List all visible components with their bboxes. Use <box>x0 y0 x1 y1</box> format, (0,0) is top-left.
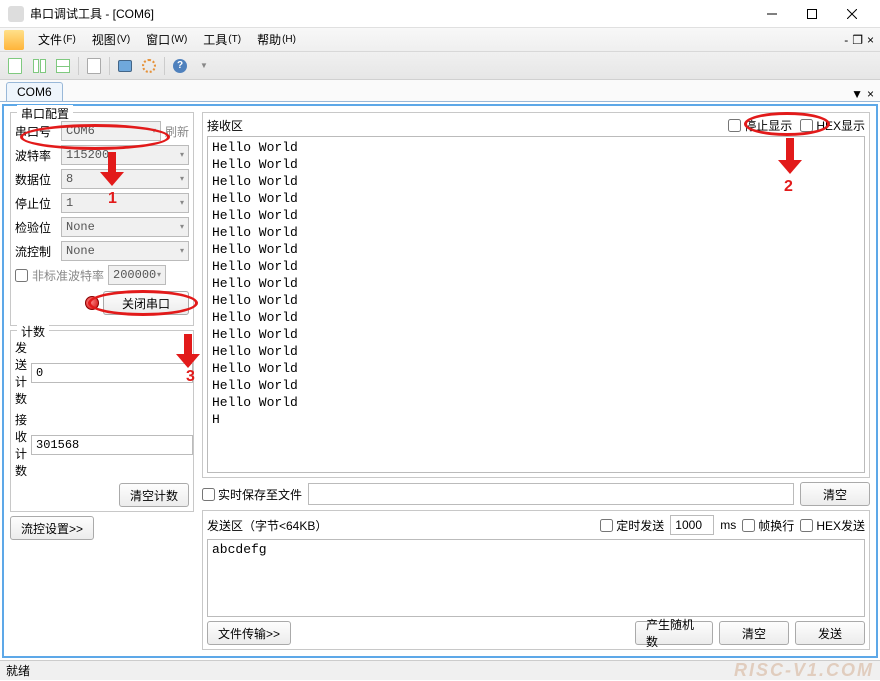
watermark: RISC-V1.COM <box>734 660 874 681</box>
menu-app-icon <box>4 30 24 50</box>
tool-new-icon[interactable] <box>4 55 26 77</box>
status-ready: 就绪 <box>6 662 30 679</box>
tool-monitor-icon[interactable] <box>114 55 136 77</box>
port-select[interactable]: COM6 <box>61 121 161 141</box>
hex-send-checkbox[interactable]: HEX发送 <box>800 517 865 534</box>
maximize-button[interactable] <box>792 0 832 28</box>
right-panel: 接收区 停止显示 HEX显示 Hello World Hello World H… <box>202 112 870 650</box>
clear-count-button[interactable]: 清空计数 <box>119 483 189 507</box>
send-count-field[interactable] <box>31 363 193 383</box>
menu-file[interactable]: 文件(F) <box>30 28 84 52</box>
stopbits-select[interactable]: 1 <box>61 193 189 213</box>
flow-settings-button[interactable]: 流控设置>> <box>10 516 94 540</box>
mdi-minimize-icon[interactable]: - <box>844 33 848 47</box>
receive-title: 接收区 <box>207 117 243 134</box>
file-transfer-button[interactable]: 文件传输>> <box>207 621 291 645</box>
separator <box>109 57 110 75</box>
separator <box>164 57 165 75</box>
flow-label: 流控制 <box>15 243 57 260</box>
send-title: 发送区（字节<64KB） <box>207 517 327 534</box>
receive-group: 接收区 停止显示 HEX显示 Hello World Hello World H… <box>202 112 870 478</box>
parity-select[interactable]: None <box>61 217 189 237</box>
titlebar: 串口调试工具 - [COM6] <box>0 0 880 28</box>
stopbits-label: 停止位 <box>15 195 57 212</box>
clear-send-button[interactable]: 清空 <box>719 621 789 645</box>
menu-tools[interactable]: 工具(T) <box>195 28 249 52</box>
flow-select[interactable]: None <box>61 241 189 261</box>
tool-dropdown-icon[interactable]: ▼ <box>193 55 215 77</box>
tool-split-v-icon[interactable] <box>52 55 74 77</box>
recv-count-field[interactable] <box>31 435 193 455</box>
save-to-file-checkbox[interactable]: 实时保存至文件 <box>202 486 302 503</box>
separator <box>78 57 79 75</box>
timed-send-checkbox[interactable]: 定时发送 <box>600 517 664 534</box>
nonstd-baud-checkbox[interactable] <box>15 269 28 282</box>
baud-label: 波特率 <box>15 147 57 164</box>
window-title: 串口调试工具 - [COM6] <box>30 5 752 22</box>
menubar: 文件(F) 视图(V) 窗口(W) 工具(T) 帮助(H) - ❐ × <box>0 28 880 52</box>
toolbar: ? ▼ <box>0 52 880 80</box>
menu-view[interactable]: 视图(V) <box>84 28 138 52</box>
serial-config-title: 串口配置 <box>17 105 73 122</box>
send-group: 发送区（字节<64KB） 定时发送 ms 帧换行 HEX发送 abcdefg 文… <box>202 510 870 650</box>
parity-label: 检验位 <box>15 219 57 236</box>
recv-count-label: 接收计数 <box>15 411 27 479</box>
tab-dropdown-icon[interactable]: ▼ <box>851 87 863 101</box>
status-bar: 就绪 RISC-V1.COM <box>0 660 880 680</box>
save-path-input[interactable] <box>308 483 794 505</box>
send-button[interactable]: 发送 <box>795 621 865 645</box>
tab-com6[interactable]: COM6 <box>6 82 63 101</box>
send-count-label: 发送计数 <box>15 339 27 407</box>
count-group: 计数 发送计数 接收计数 清空计数 <box>10 330 194 512</box>
menu-help[interactable]: 帮助(H) <box>249 28 304 52</box>
close-port-button[interactable]: 关闭串口 <box>103 291 189 315</box>
tool-split-h-icon[interactable] <box>28 55 50 77</box>
interval-input[interactable] <box>670 515 714 535</box>
tool-help-icon[interactable]: ? <box>169 55 191 77</box>
ms-label: ms <box>720 518 736 532</box>
nonstd-baud-label: 非标准波特率 <box>32 267 104 284</box>
main-content: 串口配置 串口号COM6刷新 波特率115200 数据位8 停止位1 检验位No… <box>2 104 878 658</box>
tool-gear-icon[interactable] <box>138 55 160 77</box>
menu-window[interactable]: 窗口(W) <box>138 28 195 52</box>
serial-config-group: 串口配置 串口号COM6刷新 波特率115200 数据位8 停止位1 检验位No… <box>10 112 194 326</box>
port-label: 串口号 <box>15 123 57 140</box>
clear-recv-button[interactable]: 清空 <box>800 482 870 506</box>
stop-display-checkbox[interactable]: 停止显示 <box>728 117 792 134</box>
databits-label: 数据位 <box>15 171 57 188</box>
hex-display-checkbox[interactable]: HEX显示 <box>800 117 865 134</box>
left-panel: 串口配置 串口号COM6刷新 波特率115200 数据位8 停止位1 检验位No… <box>10 112 194 650</box>
refresh-link[interactable]: 刷新 <box>165 123 189 140</box>
minimize-button[interactable] <box>752 0 792 28</box>
nonstd-baud-select[interactable]: 200000 <box>108 265 166 285</box>
frame-wrap-checkbox[interactable]: 帧换行 <box>742 517 794 534</box>
tab-close-icon[interactable]: × <box>867 87 874 101</box>
mdi-restore-icon[interactable]: ❐ <box>852 33 863 47</box>
port-status-led-icon <box>85 296 99 310</box>
receive-textarea[interactable]: Hello World Hello World Hello World Hell… <box>207 136 865 473</box>
mdi-close-icon[interactable]: × <box>867 33 874 47</box>
random-button[interactable]: 产生随机数 <box>635 621 713 645</box>
send-textarea[interactable]: abcdefg <box>207 539 865 617</box>
tab-bar: COM6 ▼ × <box>0 80 880 102</box>
count-title: 计数 <box>17 323 49 340</box>
close-button[interactable] <box>832 0 872 28</box>
app-icon <box>8 6 24 22</box>
tool-doc-icon[interactable] <box>83 55 105 77</box>
databits-select[interactable]: 8 <box>61 169 189 189</box>
baud-select[interactable]: 115200 <box>61 145 189 165</box>
